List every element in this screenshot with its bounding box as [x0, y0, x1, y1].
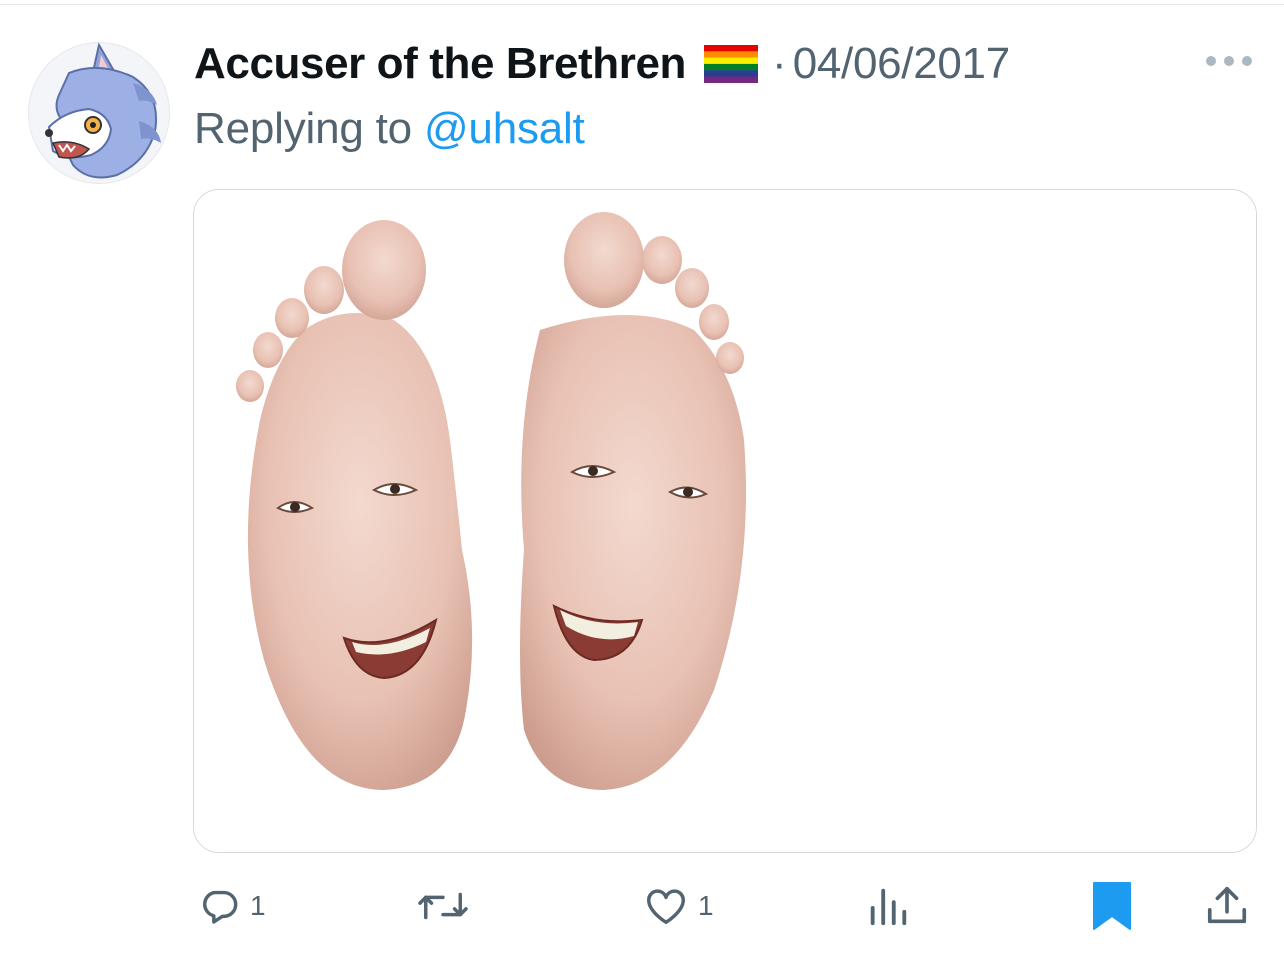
- reply-count: 1: [250, 890, 266, 921]
- more-options-icon[interactable]: [1206, 54, 1252, 68]
- reply-icon: [203, 890, 238, 924]
- tweet-actions-bar: 1 1: [0, 876, 1284, 936]
- bookmark-icon: [1093, 882, 1131, 930]
- retweet-icon: [418, 892, 468, 920]
- retweet-button[interactable]: [416, 876, 478, 936]
- heart-icon: [647, 889, 685, 925]
- tweet-header: Accuser of the Brethren · 04/06/2017: [194, 34, 1010, 94]
- tweet-date[interactable]: 04/06/2017: [793, 39, 1011, 89]
- replying-to-label: Replying to: [194, 104, 412, 153]
- top-divider: [0, 4, 1284, 5]
- header-separator: ·: [772, 39, 787, 88]
- like-button[interactable]: 1: [642, 876, 714, 936]
- reply-handle-link[interactable]: @uhsalt: [424, 104, 585, 153]
- avatar[interactable]: [28, 42, 170, 184]
- tweet-media[interactable]: [193, 189, 1257, 853]
- replying-to-line: Replying to @uhsalt: [194, 104, 585, 154]
- bookmark-button[interactable]: [1092, 876, 1132, 936]
- analytics-icon: [870, 888, 907, 926]
- share-icon: [1207, 886, 1247, 924]
- views-button[interactable]: [866, 876, 918, 936]
- wolf-avatar-icon: [29, 43, 169, 183]
- reply-button[interactable]: 1: [196, 876, 266, 936]
- author-name[interactable]: Accuser of the Brethren: [194, 39, 686, 89]
- share-button[interactable]: [1204, 876, 1250, 936]
- like-count: 1: [698, 890, 714, 921]
- feet-soles-with-faces-image: [194, 190, 1256, 852]
- rainbow-flag-icon: [704, 45, 759, 83]
